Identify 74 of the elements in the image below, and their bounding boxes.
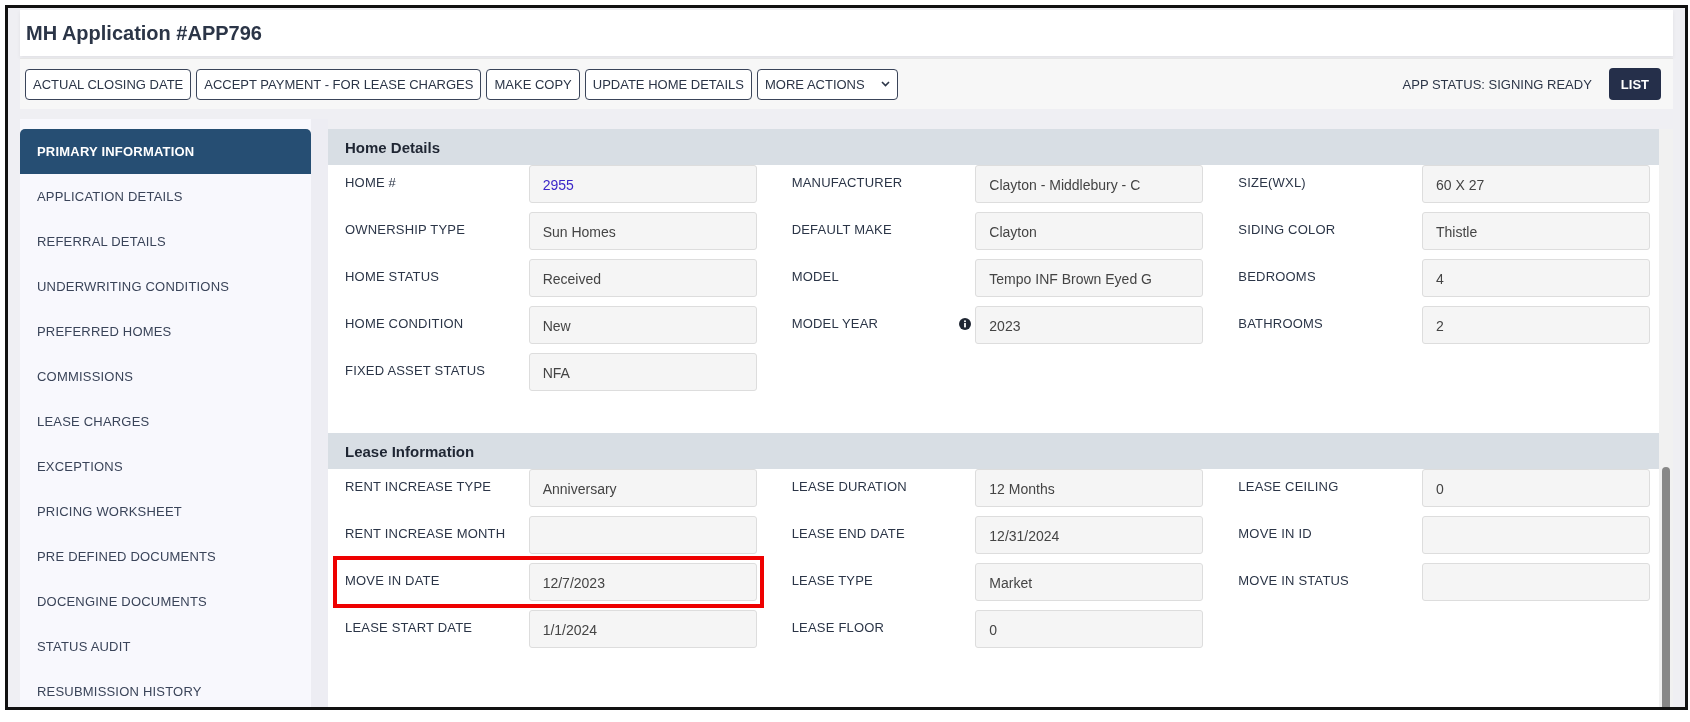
input-field[interactable]: Clayton - Middlebury - C bbox=[975, 165, 1204, 203]
field-label: LEASE DURATION bbox=[791, 479, 907, 494]
field-label: DEFAULT MAKE bbox=[791, 222, 892, 237]
input-field[interactable] bbox=[1422, 516, 1650, 554]
input-field[interactable]: 1/1/2024 bbox=[528, 610, 757, 648]
input-field[interactable]: 0 bbox=[975, 610, 1204, 648]
sidebar-item[interactable]: PRICING WORKSHEET bbox=[20, 489, 311, 534]
section-header: Home Details bbox=[328, 129, 1659, 165]
field-label: LEASE START DATE bbox=[345, 620, 473, 635]
field-label: LEASE FLOOR bbox=[791, 620, 885, 635]
input-field[interactable]: Received bbox=[528, 259, 757, 297]
field-label: RENT INCREASE TYPE bbox=[345, 479, 492, 494]
sidebar-item[interactable]: UNDERWRITING CONDITIONS bbox=[20, 264, 311, 309]
sidebar-item[interactable]: PRE DEFINED DOCUMENTS bbox=[20, 534, 311, 579]
field-label: LEASE TYPE bbox=[791, 573, 873, 588]
field-label: BEDROOMS bbox=[1238, 269, 1316, 284]
field-label: LEASE CEILING bbox=[1238, 479, 1339, 494]
sidebar-item[interactable]: EXCEPTIONS bbox=[20, 444, 311, 489]
sidebar-item[interactable]: PRIMARY INFORMATION bbox=[20, 129, 311, 174]
field-label: BATHROOMS bbox=[1238, 316, 1323, 331]
list-button[interactable]: LIST bbox=[1608, 68, 1661, 100]
input-field[interactable]: Sun Homes bbox=[528, 212, 757, 250]
input-field[interactable]: Tempo INF Brown Eyed G bbox=[975, 259, 1204, 297]
sidebar-item[interactable]: APPLICATION DETAILS bbox=[20, 174, 311, 219]
input-field[interactable]: 12/31/2024 bbox=[975, 516, 1204, 554]
input-field[interactable]: 4 bbox=[1422, 259, 1650, 297]
sidebar-item[interactable]: DOCENGINE DOCUMENTS bbox=[20, 579, 311, 624]
sidebar-item[interactable]: COMMISSIONS bbox=[20, 354, 311, 399]
input-field[interactable]: 2023 bbox=[975, 306, 1204, 344]
sidebar-item[interactable]: STATUS AUDIT bbox=[20, 624, 311, 669]
field-label: MOVE IN STATUS bbox=[1238, 573, 1349, 588]
field-label: MODEL YEAR bbox=[791, 316, 879, 331]
scrollbar-thumb[interactable] bbox=[1662, 467, 1670, 707]
dropdown-button[interactable]: MORE ACTIONS bbox=[757, 68, 898, 100]
field-label: FIXED ASSET STATUS bbox=[345, 363, 486, 378]
input-field[interactable]: New bbox=[528, 306, 757, 344]
input-field[interactable]: NFA bbox=[528, 353, 757, 391]
field-label: HOME STATUS bbox=[345, 269, 440, 284]
action-button[interactable]: ACTUAL CLOSING DATE bbox=[25, 68, 192, 100]
input-field[interactable] bbox=[1422, 563, 1650, 601]
sidebar-item[interactable]: PREFERRED HOMES bbox=[20, 309, 311, 354]
info-icon[interactable] bbox=[959, 317, 972, 330]
sidebar-item[interactable]: REFERRAL DETAILS bbox=[20, 219, 311, 264]
input-field[interactable]: 12/7/2023 bbox=[528, 563, 757, 601]
action-button[interactable]: ACCEPT PAYMENT - FOR LEASE CHARGES bbox=[196, 68, 482, 100]
sidebar-item[interactable]: RESUBMISSION HISTORY bbox=[20, 669, 311, 707]
field-label: LEASE END DATE bbox=[791, 526, 905, 541]
link-field[interactable]: 2955 bbox=[528, 165, 757, 203]
input-field[interactable]: 2 bbox=[1422, 306, 1650, 344]
input-field[interactable]: 12 Months bbox=[975, 469, 1204, 507]
field-label: MOVE IN DATE bbox=[345, 573, 440, 588]
chevron-down-icon bbox=[880, 81, 890, 87]
field-label: RENT INCREASE MONTH bbox=[345, 526, 506, 541]
page-title: MH Application #APP796 bbox=[26, 21, 262, 45]
action-button[interactable]: UPDATE HOME DETAILS bbox=[584, 68, 752, 100]
field-label: SIDING COLOR bbox=[1238, 222, 1336, 237]
section-header: Lease Information bbox=[328, 433, 1659, 469]
field-label: HOME # bbox=[345, 175, 397, 190]
input-field[interactable]: 0 bbox=[1422, 469, 1650, 507]
field-label: MANUFACTURER bbox=[791, 175, 903, 190]
input-field[interactable]: Anniversary bbox=[528, 469, 757, 507]
field-label: OWNERSHIP TYPE bbox=[345, 222, 466, 237]
sidebar-item[interactable]: LEASE CHARGES bbox=[20, 399, 311, 444]
input-field[interactable]: Clayton bbox=[975, 212, 1204, 250]
field-label: HOME CONDITION bbox=[345, 316, 464, 331]
input-field[interactable]: 60 X 27 bbox=[1422, 165, 1650, 203]
action-button[interactable]: MAKE COPY bbox=[486, 68, 580, 100]
input-field[interactable]: Market bbox=[975, 563, 1204, 601]
input-field[interactable]: Thistle bbox=[1422, 212, 1650, 250]
field-label: SIZE(WXL) bbox=[1238, 175, 1306, 190]
app-status: APP STATUS: SIGNING READY bbox=[1402, 76, 1592, 92]
field-label: MODEL bbox=[791, 269, 839, 284]
field-label: MOVE IN ID bbox=[1238, 526, 1312, 541]
input-field[interactable] bbox=[528, 516, 757, 554]
